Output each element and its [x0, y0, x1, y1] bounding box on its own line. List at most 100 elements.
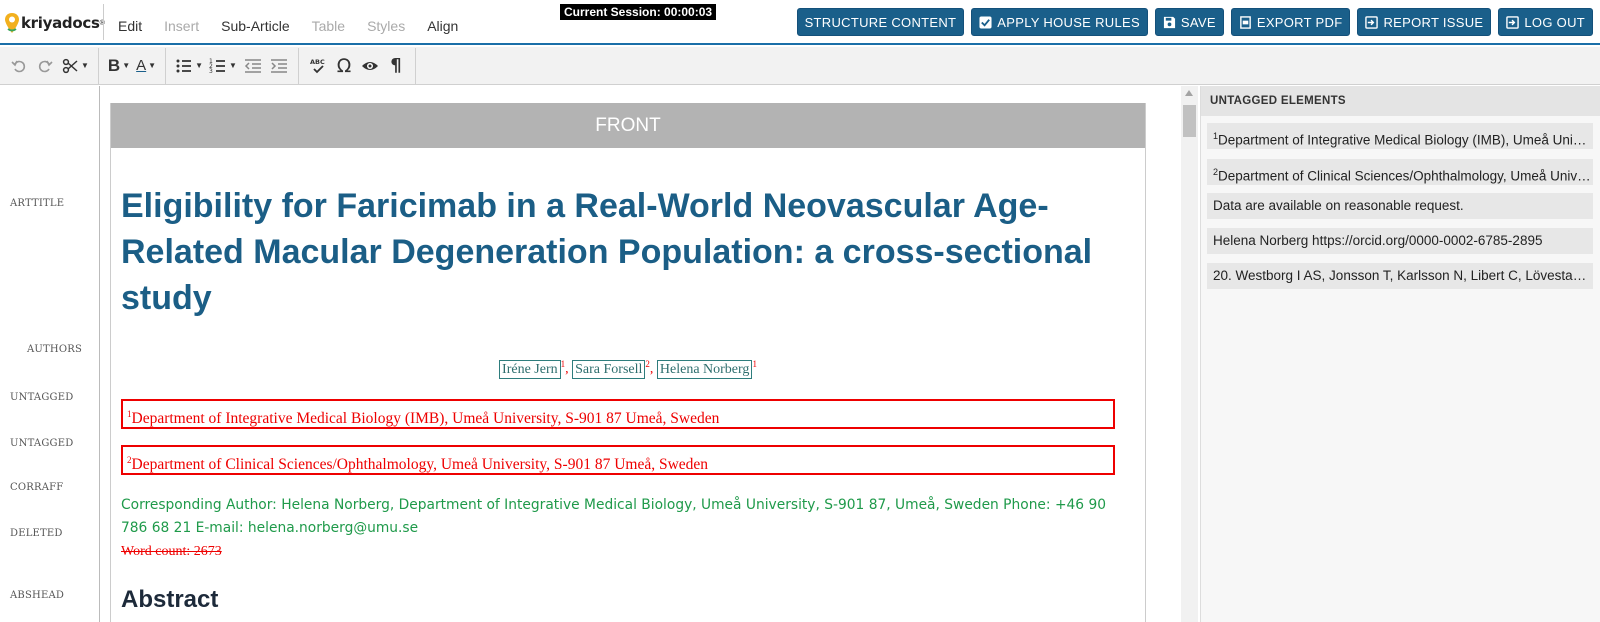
author-name[interactable]: Iréne Jern — [499, 359, 561, 379]
gutter-label-arttitle: ARTTITLE — [10, 198, 65, 209]
eye-icon — [361, 61, 378, 70]
author-affiliation-ref: 1 — [752, 359, 757, 369]
author-list: Iréne Jern 1, Sara Forsell 2, Helena Norbe… — [111, 359, 1145, 379]
indent-button[interactable] — [266, 53, 292, 79]
show-formatting-button[interactable]: ¶ — [383, 53, 409, 79]
logo-divider — [103, 4, 104, 40]
author-separator: , — [565, 361, 573, 377]
corresponding-author[interactable]: Corresponding Author: Helena Norberg, De… — [121, 494, 1121, 540]
untagged-element-item[interactable]: Helena Norberg https://orcid.org/0000-00… — [1207, 228, 1593, 254]
undo-button[interactable] — [6, 53, 32, 79]
chevron-down-icon: ▼ — [229, 61, 237, 70]
spellcheck-button[interactable]: ABC — [305, 53, 331, 79]
svg-text:3: 3 — [209, 68, 213, 75]
author-separator: , — [649, 361, 657, 377]
chevron-down-icon: ▼ — [148, 61, 157, 70]
menu-insert[interactable]: Insert — [164, 18, 199, 34]
save-label: SAVE — [1180, 14, 1216, 30]
log-out-button[interactable]: LOG OUT — [1498, 8, 1593, 36]
structure-content-button[interactable]: STRUCTURE CONTENT — [796, 8, 965, 36]
numbered-list-icon: 123 — [209, 58, 226, 75]
item-text: Helena Norberg https://orcid.org/0000-00… — [1213, 233, 1543, 248]
cut-button[interactable]: ▼ — [58, 53, 92, 79]
outdent-button[interactable] — [240, 53, 266, 79]
bullet-list-button[interactable]: ▼ — [172, 53, 206, 79]
untagged-elements-panel: UNTAGGED ELEMENTS 1Department of Integra… — [1200, 86, 1600, 622]
indent-icon — [270, 58, 287, 73]
apply-house-rules-button[interactable]: APPLY HOUSE RULES — [971, 8, 1148, 36]
utility-group: ABC Ω ¶ — [299, 47, 416, 84]
untagged-element-item[interactable]: 1Department of Integrative Medical Biolo… — [1207, 123, 1593, 149]
affiliation-text: Department of Integrative Medical Biolog… — [131, 410, 720, 428]
menu-sub-article[interactable]: Sub-Article — [221, 18, 289, 34]
gutter-label-deleted: DELETED — [10, 528, 63, 539]
special-characters-button[interactable]: Ω — [331, 53, 357, 79]
checkbox-checked-icon — [979, 15, 992, 29]
untagged-element-item[interactable]: 2Department of Clinical Sciences/Ophthal… — [1207, 159, 1593, 185]
bold-button[interactable]: B ▼ — [105, 53, 133, 79]
menu-align[interactable]: Align — [427, 18, 458, 34]
untagged-element-item[interactable]: 20. Westborg I AS, Jonsson T, Karlsson N… — [1207, 263, 1593, 289]
scissors-icon — [62, 58, 78, 73]
author-name[interactable]: Helena Norberg — [656, 359, 753, 379]
structure-content-label: STRUCTURE CONTENT — [804, 14, 957, 30]
menu-styles[interactable]: Styles — [367, 18, 405, 34]
preview-button[interactable] — [357, 53, 383, 79]
item-text: Department of Integrative Medical Biolog… — [1218, 132, 1593, 148]
sign-in-icon — [1365, 15, 1379, 29]
panel-title: UNTAGGED ELEMENTS — [1201, 86, 1600, 116]
gutter-label-untagged: UNTAGGED — [10, 392, 74, 403]
action-buttons: STRUCTURE CONTENT APPLY HOUSE RULES SAVE… — [796, 8, 1593, 36]
author-name[interactable]: Sara Forsell — [572, 359, 646, 379]
font-color-button[interactable]: A ▼ — [133, 53, 159, 79]
pdf-file-icon — [1240, 15, 1251, 29]
item-text: Data are available on reasonable request… — [1213, 198, 1464, 213]
scrollbar-thumb[interactable] — [1183, 105, 1196, 137]
export-pdf-label: EXPORT PDF — [1256, 14, 1343, 30]
chevron-down-icon: ▼ — [122, 61, 131, 70]
section-header-front: FRONT — [111, 103, 1145, 148]
save-button[interactable]: SAVE — [1154, 8, 1224, 36]
editor-scrollbar[interactable] — [1181, 86, 1198, 622]
bold-icon: B — [107, 55, 121, 75]
top-bar: kriyadocs® Edit Insert Sub-Article Table… — [0, 0, 1600, 45]
numbered-list-button[interactable]: 123 ▼ — [206, 53, 240, 79]
list-group: ▼ 123 ▼ — [166, 47, 299, 84]
report-issue-button[interactable]: REPORT ISSUE — [1357, 8, 1492, 36]
untagged-element-item[interactable]: Data are available on reasonable request… — [1207, 193, 1593, 219]
gutter-label-corraff: CORRAFF — [10, 482, 64, 493]
untagged-affiliation[interactable]: 1Department of Integrative Medical Biolo… — [121, 399, 1115, 429]
gutter-label-untagged: UNTAGGED — [10, 438, 74, 449]
pilcrow-icon: ¶ — [390, 55, 402, 76]
export-pdf-button[interactable]: EXPORT PDF — [1230, 8, 1351, 36]
menu-edit[interactable]: Edit — [118, 18, 142, 34]
omega-icon: Ω — [336, 54, 352, 77]
redo-button[interactable] — [32, 53, 58, 79]
abstract-heading[interactable]: Abstract — [121, 586, 218, 614]
untagged-affiliation[interactable]: 2Department of Clinical Sciences/Ophthal… — [121, 445, 1115, 475]
bullet-list-icon — [176, 59, 192, 72]
text-style-group: B ▼ A ▼ — [99, 47, 167, 84]
report-issue-label: REPORT ISSUE — [1383, 14, 1484, 30]
log-out-label: LOG OUT — [1524, 14, 1585, 30]
floppy-disk-icon — [1163, 16, 1175, 28]
item-text: 20. Westborg I AS, Jonsson T, Karlsson N… — [1213, 268, 1593, 283]
menu-table[interactable]: Table — [312, 18, 345, 34]
scroll-up-arrow-icon[interactable] — [1185, 90, 1193, 96]
affiliation-text: Department of Clinical Sciences/Ophthalm… — [131, 456, 709, 474]
brand-name: kriyadocs — [21, 14, 100, 32]
outdent-icon — [244, 58, 261, 73]
redo-icon — [38, 60, 53, 72]
sign-out-icon — [1506, 15, 1520, 29]
undo-icon — [11, 60, 26, 72]
logo-pin-icon — [5, 13, 19, 33]
editor-canvas[interactable]: FRONT Eligibility for Faricimab in a Rea… — [101, 86, 1179, 622]
style-gutter: ARTTITLE AUTHORS UNTAGGED UNTAGGED CORRA… — [0, 86, 100, 622]
document-page[interactable]: FRONT Eligibility for Faricimab in a Rea… — [110, 103, 1146, 622]
deleted-text[interactable]: Word count: 2673 — [121, 540, 222, 563]
format-toolbar: ▼ B ▼ A ▼ ▼ 123 ▼ ABC Ω ¶ — [0, 47, 1600, 85]
app-logo[interactable]: kriyadocs® — [4, 10, 105, 36]
article-title[interactable]: Eligibility for Faricimab in a Real-Worl… — [121, 183, 1121, 321]
font-color-icon: A — [136, 57, 147, 74]
session-timer: Current Session: 00:00:03 — [560, 4, 717, 20]
